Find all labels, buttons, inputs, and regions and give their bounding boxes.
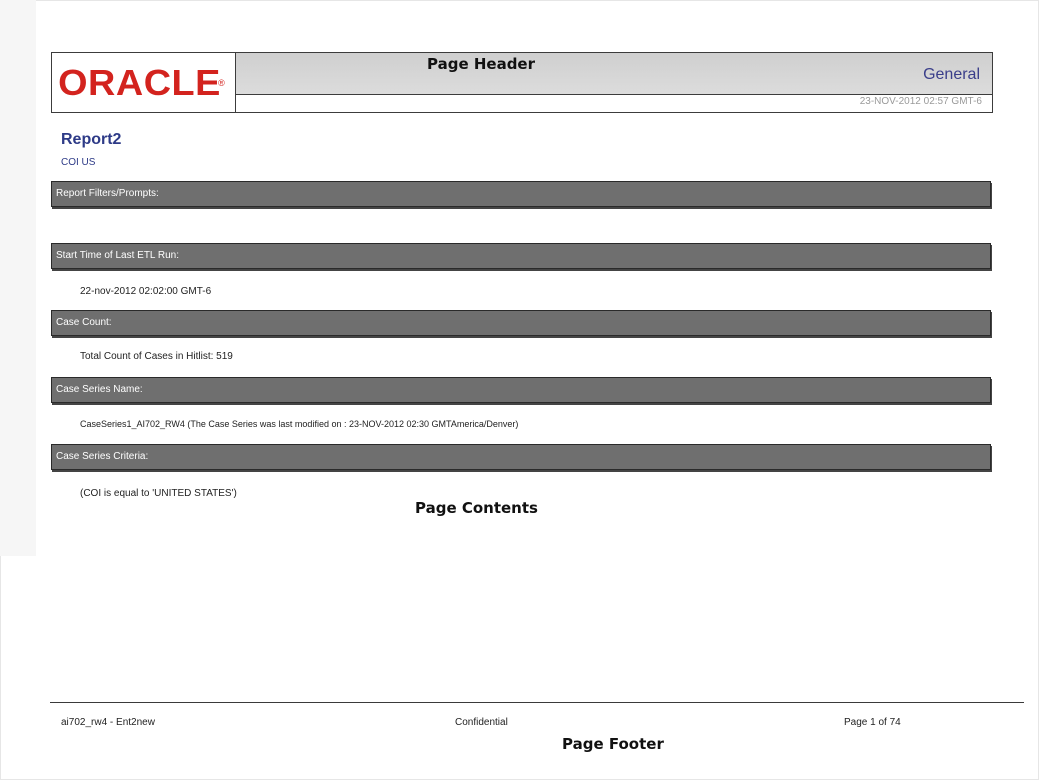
footer-confidential: Confidential — [455, 717, 508, 728]
footer-divider — [50, 702, 1024, 703]
header-title-band: General — [236, 53, 992, 95]
section-heading: Case Series Name: — [56, 384, 143, 395]
section-heading: Report Filters/Prompts: — [56, 188, 159, 199]
section-header-etl: Start Time of Last ETL Run: — [51, 243, 991, 269]
section-heading: Start Time of Last ETL Run: — [56, 250, 180, 261]
section-heading: Case Series Criteria: — [56, 451, 149, 462]
page-edge-shadow — [0, 0, 36, 556]
logo-text: ORACLE — [58, 61, 222, 103]
section-header-case-series-name: Case Series Name: — [51, 377, 991, 403]
section-heading: Case Count: — [56, 317, 112, 328]
case-count-text: Total Count of Cases in Hitlist: 519 — [80, 351, 233, 362]
report-title: Report2 — [61, 131, 122, 148]
report-subtitle: COI US — [61, 157, 96, 168]
page-header-label: Page Header — [427, 55, 536, 73]
page-contents-label: Page Contents — [415, 499, 538, 517]
section-header-filters: Report Filters/Prompts: — [51, 181, 991, 207]
header-category: General — [923, 66, 980, 83]
section-header-case-series-criteria: Case Series Criteria: — [51, 444, 991, 470]
case-series-name-text: CaseSeries1_AI702_RW4 (The Case Series w… — [80, 419, 519, 429]
footer-page-number: Page 1 of 74 — [844, 717, 901, 728]
section-header-case-count: Case Count: — [51, 310, 991, 336]
footer-report-name: ai702_rw4 - Ent2new — [61, 717, 155, 728]
header-timestamp: 23-NOV-2012 02:57 GMT-6 — [859, 96, 982, 107]
case-series-criteria-text: (COI is equal to 'UNITED STATES') — [80, 488, 237, 499]
page-footer-label: Page Footer — [562, 735, 664, 753]
etl-start-time: 22-nov-2012 02:02:00 GMT-6 — [80, 286, 212, 297]
oracle-logo: ORACLE ® — [52, 53, 236, 112]
